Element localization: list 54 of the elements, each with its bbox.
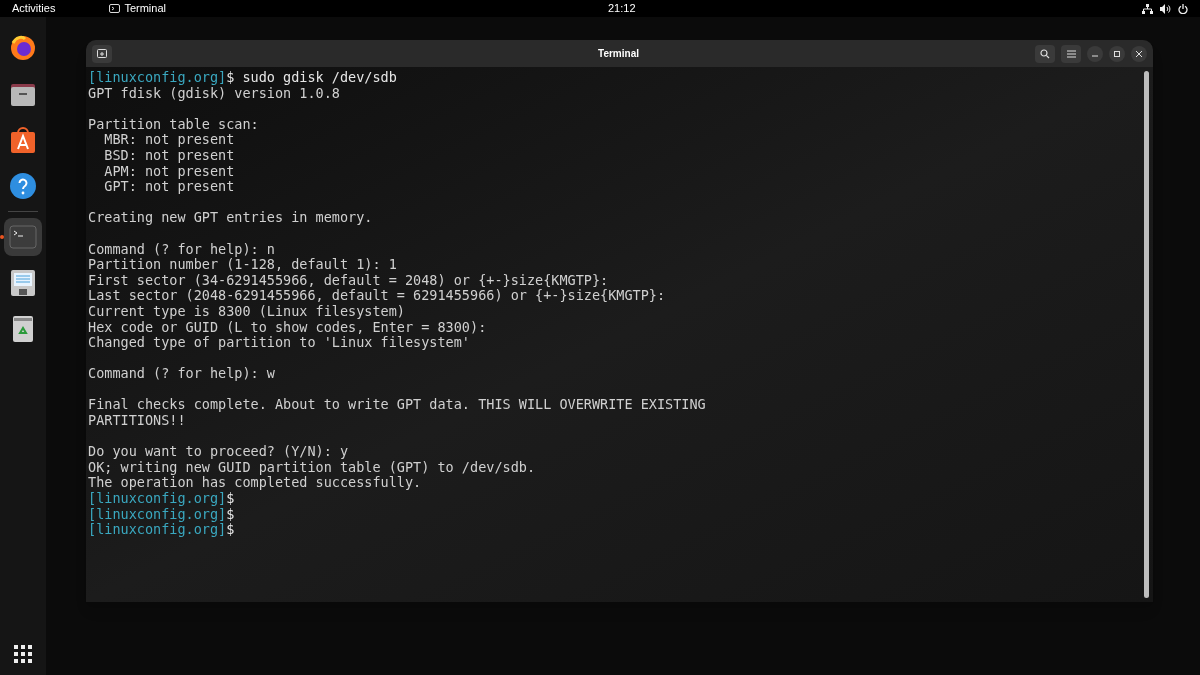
new-tab-button[interactable] [92, 44, 112, 63]
output-line: Hex code or GUID (L to show codes, Enter = 8300): [88, 318, 487, 335]
shell-prompt: [linuxconfig.org] [88, 490, 227, 507]
output-line: PARTITIONS!! [88, 412, 186, 429]
close-button[interactable] [1131, 45, 1147, 62]
shell-prompt: [linuxconfig.org] [88, 69, 227, 85]
output-line: Final checks complete. About to write GPT data. THIS WILL OVERWRITE EXISTING [88, 396, 706, 413]
help-icon [9, 172, 37, 200]
app-grid-icon[interactable] [14, 645, 32, 663]
output-line: Partition number (1-128, default 1): 1 [88, 256, 397, 273]
search-icon [1040, 48, 1050, 59]
output-line: Partition table scan: [88, 115, 259, 132]
command-text: $ [226, 521, 235, 538]
volume-icon[interactable] [1160, 3, 1171, 14]
output-line: Changed type of partition to 'Linux filesystem' [88, 334, 470, 351]
output-line: MBR: not present [103, 131, 235, 148]
minimize-button[interactable] [1087, 45, 1103, 62]
power-icon[interactable] [1178, 3, 1188, 14]
new-tab-icon [97, 49, 107, 58]
activities-button[interactable]: Activities [8, 0, 60, 17]
output-line: Creating new GPT entries in memory. [88, 209, 373, 226]
output-line: Current type is 8300 (Linux filesystem) [88, 302, 405, 319]
window-title: Terminal [597, 47, 640, 61]
menu-button[interactable] [1061, 44, 1081, 63]
app-name[interactable]: Terminal [124, 0, 166, 17]
output-line: Last sector (2048-6291455966, default = 6291455966) or {+-}size{KMGTP}: [88, 287, 666, 304]
network-icon[interactable] [1142, 3, 1153, 14]
command-text: $ sudo gdisk /dev/sdb [226, 69, 397, 85]
output-line: OK; writing new GUID partition table (GPT) to /dev/sdb. [88, 458, 536, 475]
output-line: GPT fdisk (gdisk) version 1.0.8 [88, 84, 340, 101]
terminal-icon [9, 223, 37, 251]
terminal-icon [109, 4, 121, 13]
search-button[interactable] [1035, 44, 1055, 63]
clock[interactable]: 21:12 [608, 0, 636, 17]
output-line: APM: not present [103, 162, 235, 179]
output-line: BSD: not present [103, 146, 235, 163]
close-icon [1136, 50, 1142, 57]
scrollbar[interactable] [1143, 71, 1149, 598]
floppy-document-icon [9, 269, 37, 297]
maximize-icon [1114, 50, 1120, 57]
shopping-bag-icon [9, 126, 37, 154]
shell-prompt: [linuxconfig.org] [88, 505, 227, 522]
browser-icon [9, 34, 37, 62]
output-line: The operation has completed successfully. [88, 474, 422, 491]
output-line: Command (? for help): w [88, 365, 275, 382]
output-line: Do you want to proceed? (Y/N): y [88, 443, 349, 460]
shell-prompt: [linuxconfig.org] [88, 521, 227, 538]
command-text: $ [226, 490, 235, 507]
output-line: Command (? for help): n [88, 240, 275, 257]
output-line: GPT: not present [103, 178, 235, 195]
menu-icon [1066, 49, 1076, 58]
maximize-button[interactable] [1109, 45, 1125, 62]
output-line: First sector (34-6291455966, default = 2048) or {+-}size{KMGTP}: [88, 271, 609, 288]
command-text: $ [226, 505, 235, 522]
